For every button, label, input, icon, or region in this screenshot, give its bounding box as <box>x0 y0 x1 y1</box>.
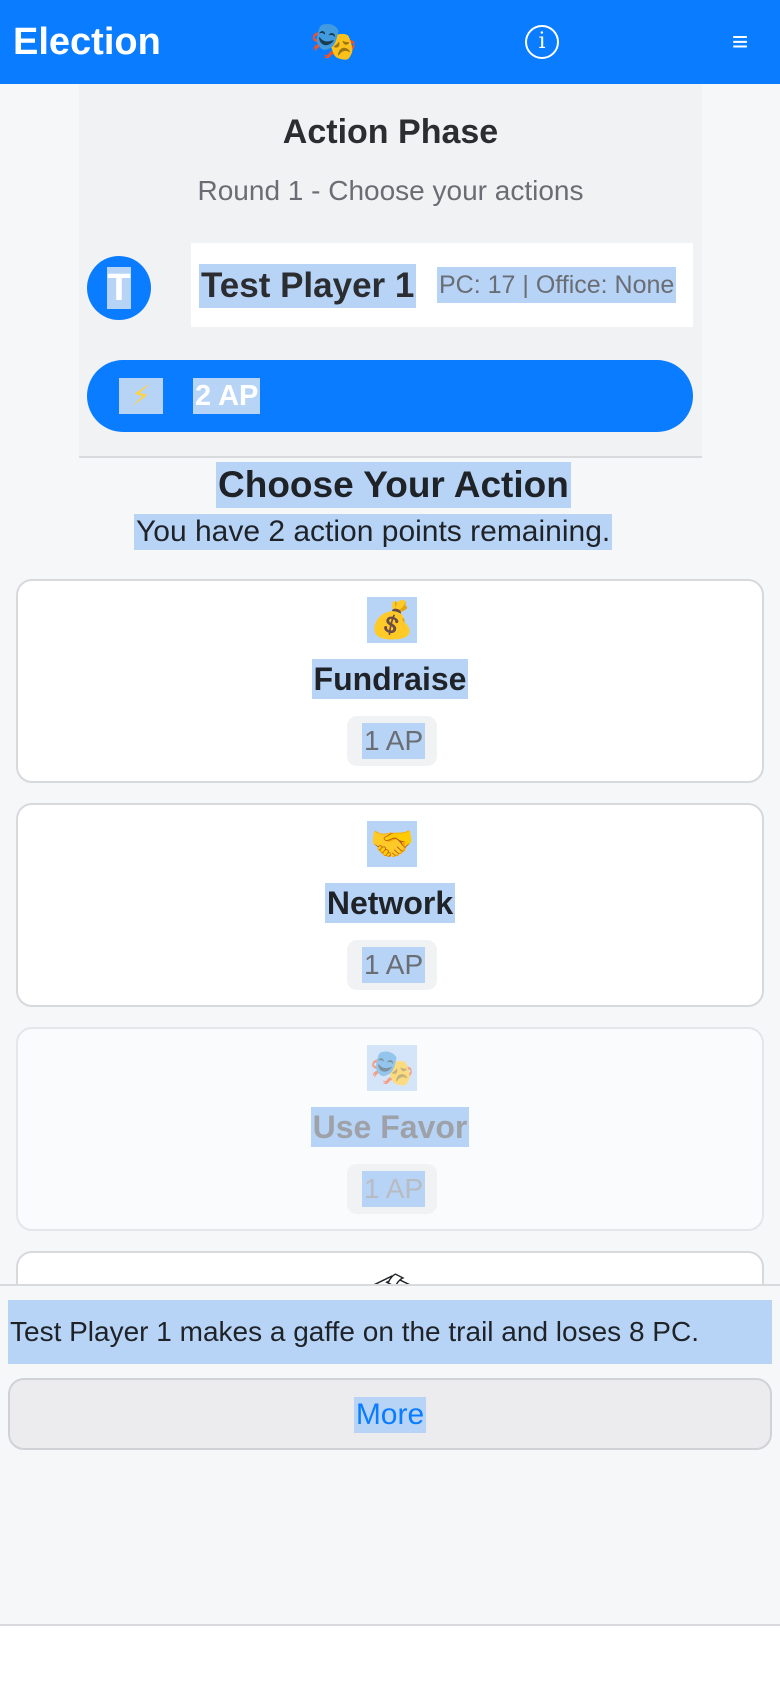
action-name-label: Network <box>324 883 456 923</box>
theater-masks-icon: 🎭 <box>367 1045 417 1091</box>
player-card: Test Player 1 PC: 17 | Office: None <box>191 243 693 327</box>
action-name-label: Use Favor <box>310 1107 470 1147</box>
phase-title: Action Phase <box>282 113 499 151</box>
phase-panel: Action Phase Round 1 - Choose your actio… <box>79 84 702 458</box>
handshake-icon: 🤝 <box>367 821 417 867</box>
event-log: Test Player 1 makes a gaffe on the trail… <box>0 1284 780 1624</box>
action-points-badge: ⚡ 2 AP <box>87 360 693 432</box>
action-cost: 1 AP <box>362 947 426 983</box>
hamburger-menu-icon[interactable]: ≡ <box>726 28 754 56</box>
choose-action-subtitle: You have 2 action points remaining. <box>134 514 613 550</box>
action-name-label: Fundraise <box>311 659 469 699</box>
action-cost-badge: 1 AP <box>347 940 437 990</box>
action-card-fundraise[interactable]: 💰 Fundraise 1 AP <box>16 579 764 783</box>
app-header: Election 🎭 i ≡ <box>0 0 780 84</box>
action-cost-badge: 1 AP <box>347 716 437 766</box>
action-card-network[interactable]: 🤝 Network 1 AP <box>16 803 764 1007</box>
bottom-bar <box>0 1624 780 1688</box>
action-name: Use Favor <box>18 1107 762 1147</box>
app-title: Election <box>13 21 161 63</box>
money-bag-icon: 💰 <box>367 597 417 643</box>
lightning-icon: ⚡ <box>119 378 163 414</box>
more-button-label: More <box>353 1397 427 1433</box>
avatar-initial: T <box>107 267 131 309</box>
action-name: Fundraise <box>18 659 762 699</box>
log-message: Test Player 1 makes a gaffe on the trail… <box>8 1300 772 1364</box>
theater-masks-icon: 🎭 <box>310 21 358 63</box>
avatar: T <box>87 256 151 320</box>
action-card-use-favor: 🎭 Use Favor 1 AP <box>16 1027 764 1231</box>
phase-subtitle: Round 1 - Choose your actions <box>79 174 702 208</box>
player-stats: PC: 17 | Office: None <box>437 267 677 303</box>
info-icon[interactable]: i <box>525 25 559 59</box>
more-button[interactable]: More <box>8 1378 772 1450</box>
action-cost-badge: 1 AP <box>347 1164 437 1214</box>
player-name: Test Player 1 <box>199 264 417 308</box>
choose-action-title: Choose Your Action <box>216 462 571 508</box>
action-name: Network <box>18 883 762 923</box>
action-points-value: 2 AP <box>193 378 261 414</box>
phase-subtitle-text: Round 1 - Choose your actions <box>197 175 584 206</box>
action-cost: 1 AP <box>362 723 426 759</box>
action-cost: 1 AP <box>362 1171 426 1207</box>
